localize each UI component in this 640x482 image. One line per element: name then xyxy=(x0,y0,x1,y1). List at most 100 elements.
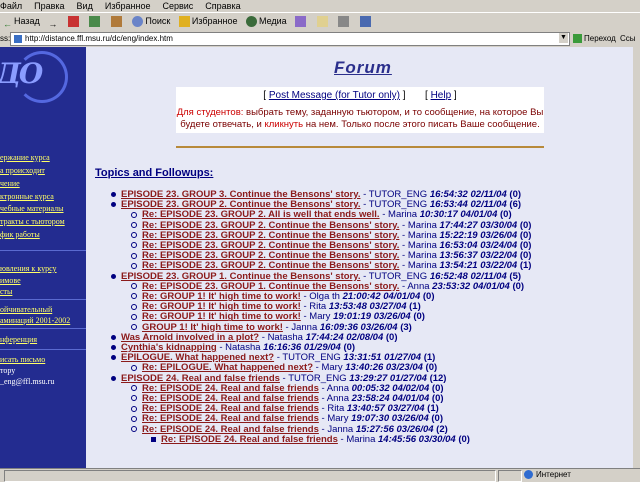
nav-divider xyxy=(0,250,86,251)
menu-view[interactable]: Вид xyxy=(77,0,93,12)
stop-icon xyxy=(67,16,79,28)
nav-item-lessons[interactable]: имове xyxy=(0,276,21,285)
media-icon xyxy=(245,16,257,28)
divider xyxy=(176,146,544,148)
nav-item-e-courses[interactable]: ктронные курса xyxy=(0,192,54,201)
toolbar: ← Назад → Поиск Избранное Медиа xyxy=(0,12,640,33)
go-button[interactable]: Переход xyxy=(573,31,616,46)
nav-item-exam-extra[interactable]: ойчивательный xyxy=(0,305,52,314)
favorites-button[interactable]: Избранное xyxy=(176,13,241,30)
bullet-icon xyxy=(131,364,137,371)
back-arrow-icon: ← xyxy=(3,19,12,30)
page-icon xyxy=(14,34,22,43)
star-icon xyxy=(178,16,190,28)
bullet-icon xyxy=(131,395,137,402)
home-button[interactable] xyxy=(108,13,127,30)
site-logo[interactable]: ДО xyxy=(0,51,68,103)
nav-item-learning[interactable]: чение xyxy=(0,179,20,188)
nav-divider xyxy=(0,328,86,329)
bullet-icon xyxy=(151,436,156,442)
status-bar: Интернет xyxy=(0,468,640,482)
stop-button[interactable] xyxy=(65,13,84,30)
bullet-icon xyxy=(131,242,137,249)
go-arrow-icon xyxy=(573,34,582,44)
bullet-icon xyxy=(131,262,137,269)
menu-favorites[interactable]: Избранное xyxy=(105,0,151,12)
topic-reply-count: (3) xyxy=(400,321,412,333)
menu-file[interactable]: Файл xyxy=(0,0,22,12)
mail-button[interactable] xyxy=(314,13,333,30)
forum-content: Forum [ Post Message (for Tutor only) ] … xyxy=(86,47,640,468)
bullet-icon xyxy=(131,232,137,239)
nav-divider xyxy=(0,299,86,300)
bullet-icon xyxy=(131,324,137,331)
status-text-cell xyxy=(4,470,496,482)
nav-item-materials[interactable]: чебные материалы xyxy=(0,204,64,213)
bullet-icon xyxy=(131,211,137,218)
bullet-icon xyxy=(131,426,137,433)
nav-item-write-letter[interactable]: исать письмо xyxy=(0,355,45,364)
history-icon xyxy=(295,16,307,28)
nav-item-email: _eng@ffl.msu.ru xyxy=(0,377,55,386)
zone-indicator: Интернет xyxy=(524,469,571,481)
address-dropdown-icon[interactable]: ▼ xyxy=(559,33,568,43)
nav-item-tutor-contacts[interactable]: тракты с тьютором xyxy=(0,217,65,226)
bullet-icon xyxy=(111,355,116,361)
topic-link[interactable]: Re: EPISODE 24. Real and false friends xyxy=(161,434,338,445)
bullet-icon xyxy=(131,252,137,259)
globe-icon xyxy=(524,470,533,480)
nav-divider xyxy=(0,349,86,350)
nav-item-exams-2001-2002[interactable]: аминаций 2001-2002 xyxy=(0,316,70,325)
bullet-icon xyxy=(111,273,116,279)
refresh-button[interactable] xyxy=(86,13,105,30)
nav-item-schedule[interactable]: фик работы xyxy=(0,230,40,239)
topic-row: Re: EPISODE 24. Real and false friends -… xyxy=(151,434,470,445)
edit-icon xyxy=(359,16,371,28)
topics-header: Topics and Followups: xyxy=(95,167,214,179)
bullet-icon xyxy=(111,334,116,340)
back-button[interactable]: ← Назад xyxy=(0,13,43,30)
home-icon xyxy=(110,16,122,28)
menu-tools[interactable]: Сервис xyxy=(162,0,193,12)
search-button[interactable]: Поиск xyxy=(129,13,173,30)
bullet-icon xyxy=(111,344,116,350)
print-icon xyxy=(338,16,350,28)
forum-header-box: [ Post Message (for Tutor only) ] [ Help… xyxy=(176,87,544,133)
nav-item-what-happens[interactable]: а происходит xyxy=(0,166,45,175)
topic-reply-count: (0) xyxy=(422,291,435,302)
notice-click: кликнуть xyxy=(264,119,304,130)
vertical-scrollbar[interactable] xyxy=(633,47,640,468)
print-button[interactable] xyxy=(335,13,354,30)
topic-reply-count: (0) xyxy=(413,311,425,323)
media-button[interactable]: Медиа xyxy=(243,13,290,30)
topic-reply-count: (0) xyxy=(385,331,398,343)
students-notice: Для студентов: выбрать тему, заданную ть… xyxy=(176,107,544,131)
nav-item-conference[interactable]: нференция xyxy=(0,335,37,344)
address-input[interactable]: http://distance.ffl.msu.ru/dc/eng/index.… xyxy=(10,32,570,46)
edit-button[interactable] xyxy=(357,13,376,30)
left-navigation: ДО ержание курса а происходит чение ктро… xyxy=(0,47,86,468)
forward-button[interactable]: → xyxy=(45,13,62,30)
bullet-icon xyxy=(131,313,137,320)
menu-help[interactable]: Справка xyxy=(205,0,240,12)
logo-swirl-icon xyxy=(16,51,68,103)
links-label[interactable]: Ссы xyxy=(620,31,636,46)
nav-item-tests[interactable]: сты xyxy=(0,287,12,296)
topic-date: 23:53:32 04/01/04 xyxy=(432,280,510,292)
address-url: http://distance.ffl.msu.ru/dc/eng/index.… xyxy=(25,34,173,43)
search-icon xyxy=(132,16,144,28)
help-link[interactable]: Help xyxy=(431,90,452,101)
bullet-icon xyxy=(131,293,137,300)
nav-item-course-content[interactable]: ержание курса xyxy=(0,153,50,162)
bullet-icon xyxy=(131,415,137,422)
bullet-icon xyxy=(131,405,137,412)
history-button[interactable] xyxy=(292,13,311,30)
bullet-icon xyxy=(111,202,116,208)
topic-reply-count: (0) xyxy=(458,433,470,445)
bullet-icon xyxy=(131,222,137,229)
post-message-link[interactable]: Post Message (for Tutor only) xyxy=(269,90,400,101)
nav-item-announcements[interactable]: ювления к курсу xyxy=(0,264,57,273)
bullet-icon xyxy=(131,283,137,290)
menu-edit[interactable]: Правка xyxy=(34,0,64,12)
topic-reply-count: (0) xyxy=(512,280,525,292)
